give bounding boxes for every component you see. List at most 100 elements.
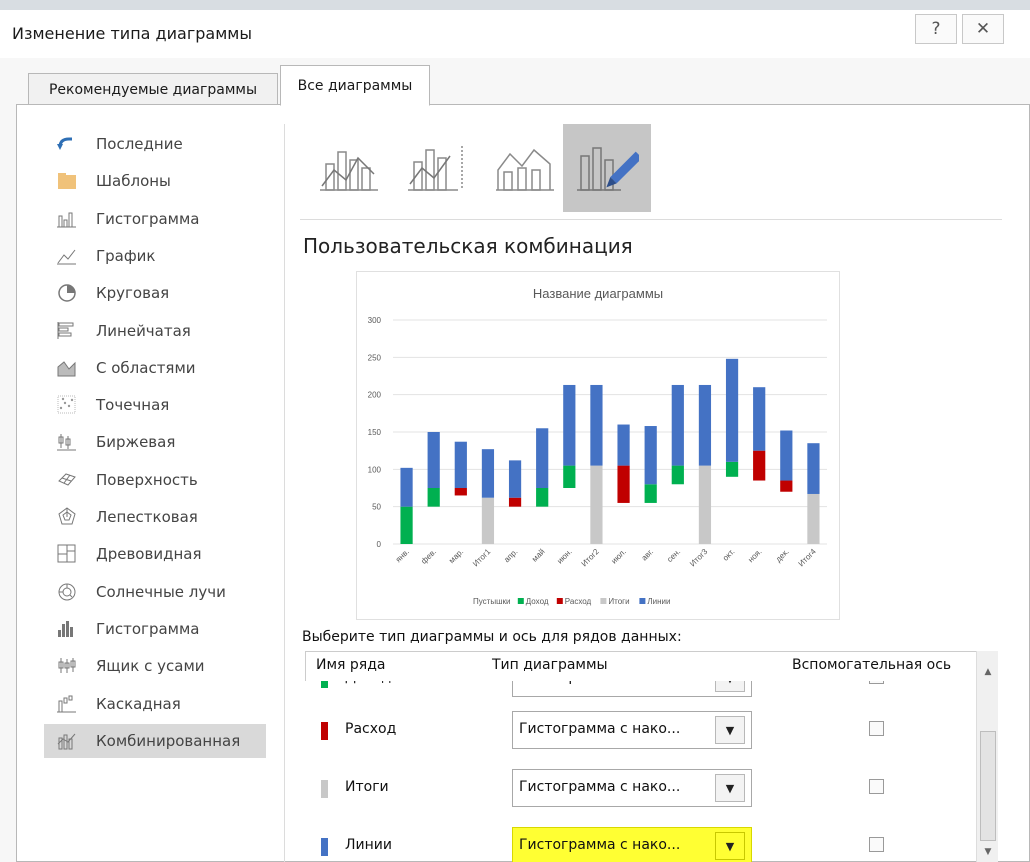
legend-label: Доход [526,597,549,606]
category-item[interactable]: Древовидная [44,537,266,571]
scroll-thumb[interactable] [980,731,996,841]
x-tick-label: ноя. [746,547,763,564]
series-select-label: Выберите тип диаграммы и ось для рядов д… [302,629,682,645]
bar-segment [698,465,712,544]
custom-combo-icon[interactable] [563,124,651,212]
category-item[interactable]: Точечная [44,388,266,422]
category-item[interactable]: Последние [44,127,266,161]
category-item[interactable]: Биржевая [44,425,266,459]
secondary-axis-checkbox[interactable] [869,721,884,736]
secondary-axis-checkbox[interactable] [869,779,884,794]
legend-swatch [556,598,563,604]
grid-scrollbar[interactable]: ▲ ▼ [976,651,998,862]
secondary-axis-checkbox[interactable] [869,681,884,684]
x-tick-label: май [530,547,547,564]
category-item[interactable]: Солнечные лучи [44,575,266,609]
bar-segment [780,480,793,492]
series-color-swatch [321,780,328,798]
chevron-down-icon[interactable]: ▼ [715,681,745,692]
chart-svg: Название диаграммы 0 50 100 150 200 250 300 янв.… [368,286,827,606]
category-item[interactable]: Гистограмма [44,612,266,646]
column-line-icon[interactable] [306,124,394,212]
series-color-swatch [321,681,328,688]
chevron-down-icon[interactable]: ▼ [715,832,745,860]
bar-segment [508,497,522,507]
chevron-down-icon[interactable]: ▼ [715,716,745,744]
bar-segment [400,506,413,544]
bar-segment [563,384,576,466]
bar-segment [780,430,793,481]
chart-title: Название диаграммы [533,286,663,301]
series-grid: Доход Гистограмма с нако... ▼ Расход Гистогр… [0,681,976,862]
bar-segment [590,384,603,466]
category-label: Гистограмма [96,619,200,638]
bar-segment [644,484,657,503]
series-row: Итоги Гистограмма с нако... ▼ [305,769,975,813]
category-item[interactable]: Гистограмма [44,202,266,236]
category-item[interactable]: Шаблоны [44,164,266,198]
chart-preview: Название диаграммы 0 50 100 150 200 250 300 янв.… [356,271,840,620]
surface-chart-icon [50,469,84,491]
category-item[interactable]: Линейчатая [44,314,266,348]
bar-segment [536,488,549,507]
category-item[interactable]: Круговая [44,276,266,310]
y-tick-label: 100 [368,465,382,474]
close-button[interactable]: ✕ [962,14,1004,44]
scroll-down-icon[interactable]: ▼ [977,847,999,857]
bar-segment [644,426,657,485]
category-item[interactable]: Поверхность [44,463,266,497]
horizontal-divider [300,219,1002,220]
bar-segment [454,441,467,488]
series-row: Расход Гистограмма с нако... ▼ [305,711,975,755]
category-item[interactable]: С областями [44,351,266,385]
bar-segment [617,465,630,503]
chart-type-dropdown[interactable]: Гистограмма с нако... ▼ [512,769,752,807]
secondary-axis-checkbox[interactable] [869,837,884,852]
x-tick-label: сен. [665,547,682,564]
x-tick-label: Итог4 [797,547,819,569]
chart-type-dropdown[interactable]: Гистограмма с нако... ▼ [512,681,752,697]
column-line-secondary-axis-icon[interactable] [394,124,482,212]
tab-recommended-charts[interactable]: Рекомендуемые диаграммы [28,73,278,105]
bar-segment [671,384,684,466]
series-color-swatch [321,722,328,740]
x-tick-label: Итог3 [688,547,710,569]
chart-type-value: Гистограмма с нако... [519,721,681,737]
bar-segment [725,461,739,477]
x-tick-label: янв. [394,547,411,564]
combo-type-title: Пользовательская комбинация [303,234,633,258]
chart-type-dropdown[interactable]: Гистограмма с нако... ▼ [512,827,752,862]
y-tick-label: 200 [368,391,382,400]
pie-chart-icon [50,282,84,304]
tab-all-charts[interactable]: Все диаграммы [280,65,430,106]
bar-segment [617,424,630,466]
dialog-title: Изменение типа диаграммы [12,24,252,43]
histogram-icon [50,618,84,640]
chart-type-dropdown[interactable]: Гистограмма с нако... ▼ [512,711,752,749]
bar-segment [427,432,440,488]
help-button[interactable]: ? [915,14,957,44]
bar-segment [698,384,712,466]
legend-label: Пустышки [473,597,510,606]
y-tick-label: 300 [368,316,382,325]
area-column-icon[interactable] [482,124,570,212]
bar-segment [508,460,522,498]
category-item[interactable]: Лепестковая [44,500,266,534]
scroll-up-icon[interactable]: ▲ [977,667,999,677]
chevron-down-icon[interactable]: ▼ [715,774,745,802]
category-label: Лепестковая [96,508,198,526]
stock-chart-icon [50,431,84,453]
category-item[interactable]: Ящик с усами [44,649,266,683]
category-label: Солнечные лучи [96,582,226,601]
bar-segment [563,465,576,488]
bar-chart-icon [50,320,84,342]
y-tick-label: 150 [368,428,382,437]
legend-label: Итоги [608,597,629,606]
category-item[interactable]: График [44,239,266,273]
bar-segment [753,450,766,481]
bar-segment [481,497,495,544]
help-icon: ? [931,19,941,39]
category-label: Ящик с усами [96,657,205,676]
col-chart-type: Тип диаграммы [492,657,608,673]
category-label: Гистограмма [96,209,200,228]
